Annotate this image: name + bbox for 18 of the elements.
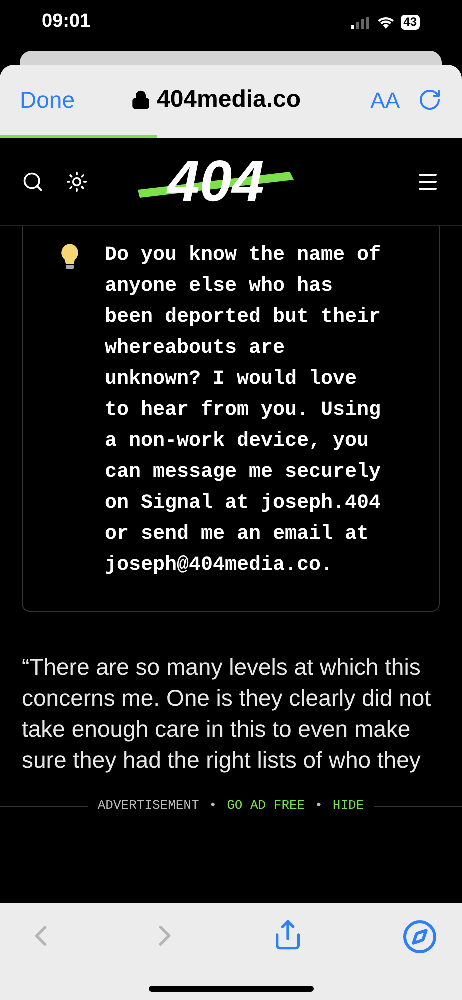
advertisement-label: ADVERTISEMENT xyxy=(98,797,200,816)
wifi-icon xyxy=(376,16,395,29)
search-icon[interactable] xyxy=(22,170,44,192)
separator-dot: • xyxy=(209,797,218,816)
signal-icon xyxy=(350,16,371,28)
ad-bar-link[interactable]: GO AD FREE xyxy=(227,796,306,816)
callout-text: Do you know the name of anyone else who has been deported but their whereabouts are unknown? I would love to hear from you. Using a non-work device, you can message me securely on Signal at joseph.404 or send me an email at joseph@404media.co. xyxy=(105,243,382,579)
reload-icon[interactable] xyxy=(418,88,442,112)
url-text: 404media.co xyxy=(156,85,302,115)
battery-icon: 43 xyxy=(400,15,420,30)
lightbulb-icon xyxy=(61,244,79,270)
separator-dot: • xyxy=(315,797,323,816)
article-paragraph: “There are so many levels at which this concerns me. One is they clearly did not take enough care in this to even make sure they had the right lists of who they xyxy=(22,653,432,775)
sun-icon[interactable] xyxy=(66,170,88,192)
lock-icon xyxy=(130,90,151,110)
ad-bar-link[interactable]: HIDE xyxy=(332,796,364,816)
status-time: 09:01 xyxy=(42,10,91,34)
compass-icon[interactable] xyxy=(402,919,438,955)
